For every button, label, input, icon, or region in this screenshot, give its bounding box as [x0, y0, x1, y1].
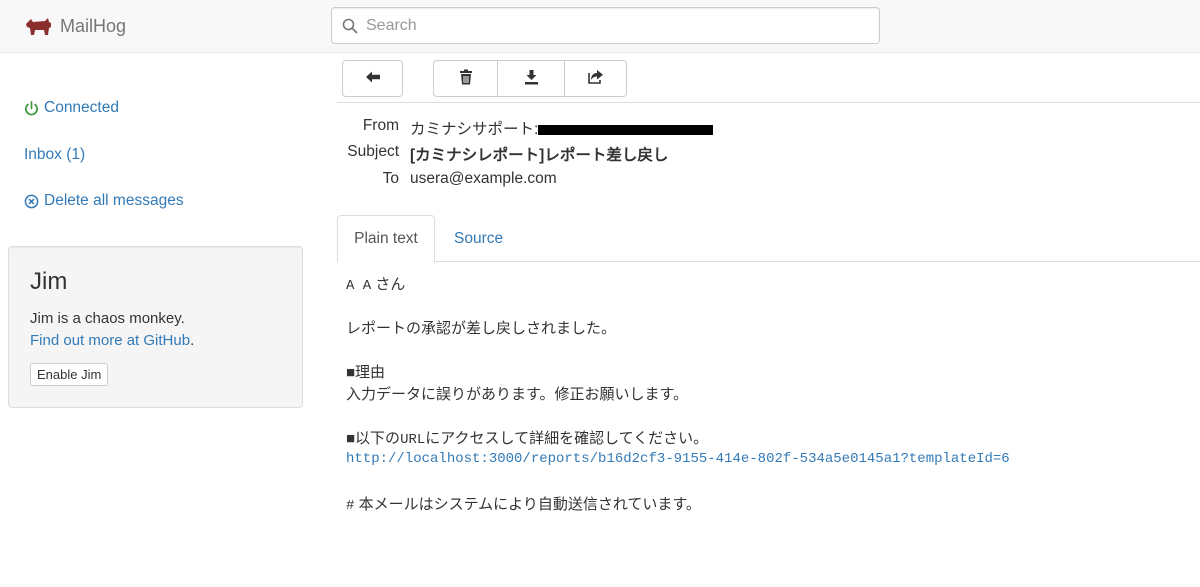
redaction-bar — [538, 124, 714, 135]
download-icon — [524, 69, 539, 89]
brand[interactable]: MailHog — [25, 13, 126, 39]
trash-icon — [459, 69, 473, 89]
header-to-row: To usera@example.com — [337, 170, 1200, 192]
back-button[interactable] — [342, 60, 403, 97]
search-box[interactable] — [331, 7, 880, 44]
release-message-button[interactable] — [564, 60, 627, 97]
inbox-label: Inbox (1) — [24, 146, 86, 163]
greeting-prefix: A A — [346, 278, 372, 294]
body-footer: # 本メールはシステムにより自動送信されています。 — [346, 493, 701, 514]
delete-all-messages-link[interactable]: Delete all messages — [24, 192, 184, 210]
subject-value: [カミナシレポート]レポート差し戻し — [410, 147, 669, 164]
header-subject-row: Subject [カミナシレポート]レポート差し戻し — [337, 143, 1200, 165]
access-suffix: にアクセスして詳細を確認してください。 — [425, 430, 709, 447]
from-value: カミナシサポート: — [410, 121, 539, 138]
header-from-row: From カミナシサポート: — [337, 117, 1200, 139]
delete-message-button[interactable] — [433, 60, 498, 97]
search-icon — [334, 8, 366, 43]
arrow-left-icon — [365, 70, 381, 88]
pig-logo-icon — [25, 16, 52, 36]
search-input[interactable] — [366, 9, 866, 42]
access-url-word: URL — [400, 432, 426, 448]
footer-text: 本メールはシステムにより自動送信されています。 — [354, 496, 701, 513]
from-value-wrap: カミナシサポート: — [410, 117, 714, 139]
tab-source[interactable]: Source — [454, 215, 503, 262]
from-label: From — [362, 117, 399, 134]
power-icon — [24, 100, 39, 116]
download-message-button[interactable] — [497, 60, 565, 97]
subject-label: Subject — [347, 143, 399, 160]
jim-panel: Jim Jim is a chaos monkey. Find out more… — [8, 246, 303, 408]
access-prefix: ■以下の — [346, 430, 401, 447]
jim-title: Jim — [30, 268, 68, 295]
enable-jim-button[interactable]: Enable Jim — [30, 363, 109, 386]
jim-github-link[interactable]: Find out more at GitHub — [30, 332, 190, 349]
circle-x-icon — [24, 194, 39, 209]
body-access-line: ■以下のURLにアクセスして詳細を確認してください。 — [346, 427, 708, 448]
body-reason-heading: ■理由 — [346, 364, 386, 381]
tab-plain-text[interactable]: Plain text — [337, 215, 435, 263]
message-tabs: Plain text Source — [337, 215, 1200, 263]
share-icon — [587, 69, 604, 88]
sidebar-item-inbox[interactable]: Inbox (1) — [24, 146, 85, 164]
connection-status-label: Connected — [44, 99, 119, 116]
top-navbar: MailHog — [0, 0, 1200, 53]
message-toolbar — [337, 53, 1200, 103]
connection-status: Connected — [24, 99, 119, 117]
jim-link-line: Find out more at GitHub. — [30, 332, 194, 349]
body-line: レポートの承認が差し戻しされました。 — [346, 320, 617, 337]
brand-name: MailHog — [60, 15, 127, 36]
body-greeting: A A さん — [346, 273, 405, 294]
to-label: To — [382, 170, 399, 187]
body-report-link[interactable]: http://localhost:3000/reports/b16d2cf3-9… — [346, 451, 1010, 467]
delete-all-label: Delete all messages — [44, 192, 184, 209]
jim-link-suffix: . — [190, 332, 195, 349]
body-reason-text: 入力データに誤りがあります。修正お願いします。 — [346, 386, 689, 403]
to-value: usera@example.com — [410, 170, 557, 187]
jim-description: Jim is a chaos monkey. — [30, 310, 185, 327]
greeting-suffix: さん — [371, 276, 406, 293]
